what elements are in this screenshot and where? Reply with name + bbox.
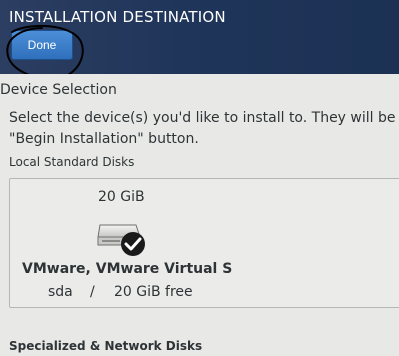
checkmark-icon — [121, 232, 145, 256]
disk-name: VMware, VMware Virtual S — [22, 261, 233, 277]
description-line-1: Select the device(s) you'd like to insta… — [9, 110, 396, 126]
network-disks-title: Specialized & Network Disks — [9, 339, 203, 353]
disk-separator: / — [90, 284, 95, 300]
header-bar: INSTALLATION DESTINATION Done — [0, 0, 399, 74]
local-disks-title: Local Standard Disks — [9, 155, 135, 169]
done-button[interactable]: Done — [11, 30, 73, 60]
device-selection-description: Select the device(s) you'd like to insta… — [9, 108, 396, 150]
disk-tile[interactable] — [96, 217, 146, 257]
disk-device: sda — [48, 284, 73, 300]
disk-free-space: 20 GiB free — [114, 284, 193, 300]
device-selection-title: Device Selection — [0, 82, 117, 98]
disk-size: 20 GiB — [98, 189, 145, 205]
page-title: INSTALLATION DESTINATION — [9, 8, 226, 26]
local-disks-panel: 20 GiB VMware, VMware Virtual S sda / 20… — [9, 178, 399, 308]
description-line-2: "Begin Installation" button. — [9, 131, 199, 147]
